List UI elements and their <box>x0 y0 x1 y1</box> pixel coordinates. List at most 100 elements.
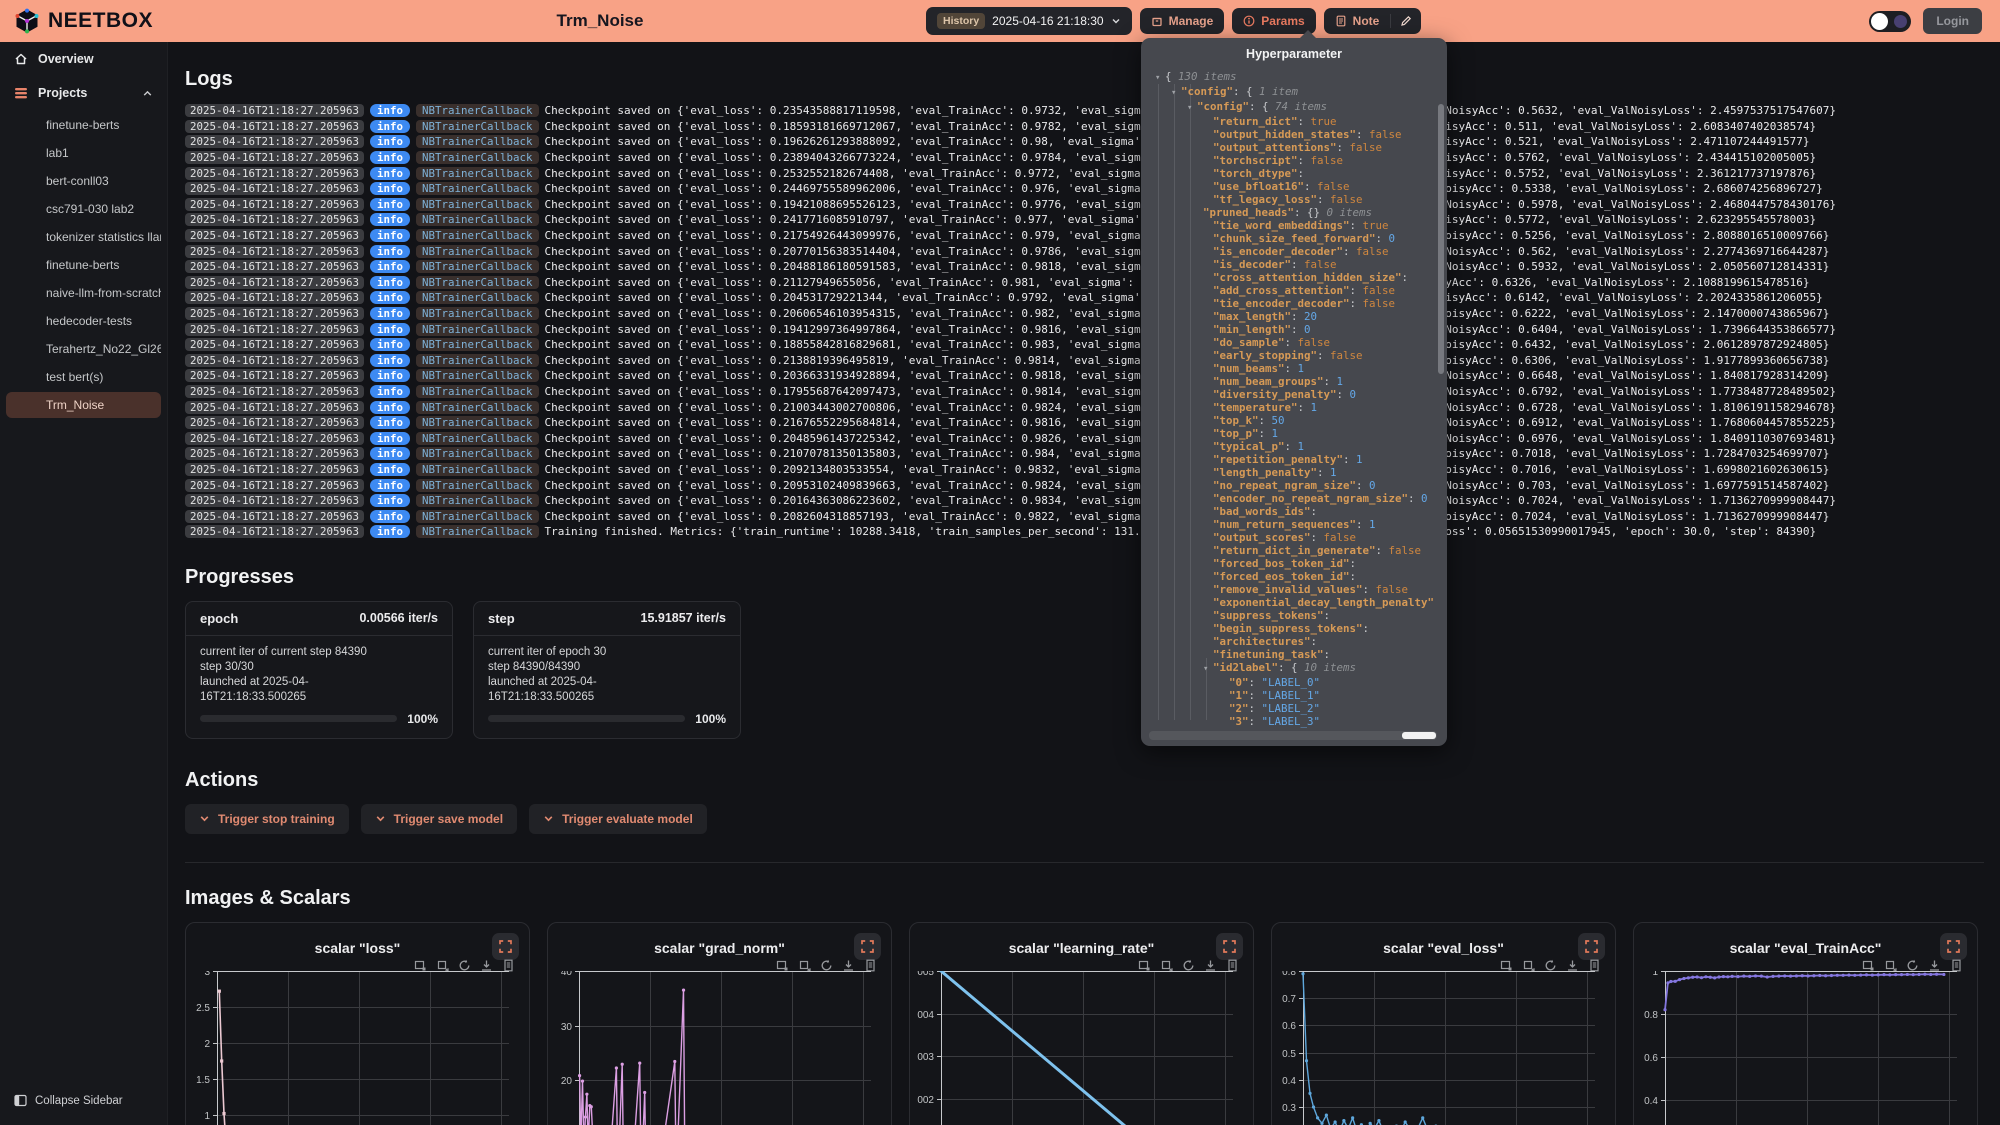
json-tree-row: "min_length": 0 <box>1147 323 1433 336</box>
note-label: Note <box>1353 14 1380 28</box>
sidebar-project-item[interactable]: Trm_Noise <box>6 392 161 418</box>
json-key: "forced_eos_token_id" <box>1213 570 1350 583</box>
json-item-count: 130 items <box>1178 70 1237 83</box>
sidebar-project-item[interactable]: tokenizer statistics llama... <box>6 224 161 250</box>
json-key: "id2label" <box>1213 661 1278 674</box>
brand[interactable]: NEETBOX <box>14 8 190 34</box>
json-colon: : <box>1291 258 1304 271</box>
sidebar-item-projects[interactable]: Projects <box>0 76 167 110</box>
json-colon: : <box>1337 141 1350 154</box>
sidebar-project-item[interactable]: naive-llm-from-scratch <box>6 280 161 306</box>
json-key: "num_beam_groups" <box>1213 375 1324 388</box>
log-timestamp-badge: 2025-04-16T21:18:27.205963 <box>185 369 364 382</box>
plot-area[interactable]: 10.80.60.40.2 <box>1634 971 1978 1125</box>
collapse-arrow-icon[interactable]: ▾ <box>1155 72 1165 85</box>
note-button[interactable]: Note <box>1324 8 1391 34</box>
chevron-up-icon[interactable] <box>142 88 153 99</box>
log-tag-badge: NBTrainerCallback <box>416 416 539 429</box>
project-label: finetune-berts <box>46 258 119 272</box>
json-bool-value: false <box>1369 128 1402 141</box>
json-tree-row: "pruned_heads": {} 0 items <box>1147 206 1433 219</box>
hyperparameter-title: Hyperparameter <box>1141 38 1447 61</box>
sidebar-project-item[interactable]: finetune-berts <box>6 252 161 278</box>
login-button[interactable]: Login <box>1923 8 1982 34</box>
sidebar-project-item[interactable]: csc791-030 lab2 <box>6 196 161 222</box>
sidebar-project-item[interactable]: lab1 <box>6 140 161 166</box>
sidebar-project-item[interactable]: finetune-berts <box>6 112 161 138</box>
edit-pencil-button[interactable] <box>1391 8 1421 34</box>
history-value: 2025-04-16 21:18:30 <box>992 14 1103 28</box>
json-colon: : <box>1350 570 1357 583</box>
json-colon: : <box>1311 635 1318 648</box>
vertical-scrollbar[interactable] <box>1438 104 1444 374</box>
expand-chart-button[interactable] <box>1578 933 1605 960</box>
log-level-badge: info <box>370 276 410 289</box>
json-string-value: "LABEL_1" <box>1262 689 1321 702</box>
log-timestamp-badge: 2025-04-16T21:18:27.205963 <box>185 432 364 445</box>
history-dropdown[interactable]: History 2025-04-16 21:18:30 <box>926 7 1132 35</box>
log-tag-badge: NBTrainerCallback <box>416 291 539 304</box>
json-tree-row: "add_cross_attention": false <box>1147 284 1433 297</box>
collapse-arrow-icon[interactable]: ▾ <box>1203 663 1213 676</box>
action-trigger-button[interactable]: Trigger stop training <box>185 804 349 834</box>
json-tree-row: "exponential_decay_length_penalty": <box>1147 596 1433 609</box>
json-brace: : { <box>1233 85 1259 98</box>
collapse-arrow-icon[interactable]: ▾ <box>1171 87 1181 100</box>
json-key: "min_length" <box>1213 323 1291 336</box>
expand-chart-button[interactable] <box>1940 933 1967 960</box>
json-key: "0" <box>1229 676 1249 689</box>
json-key: "architectures" <box>1213 635 1311 648</box>
project-label: lab1 <box>46 146 69 160</box>
expand-chart-button[interactable] <box>492 933 519 960</box>
log-tag-badge: NBTrainerCallback <box>416 120 539 133</box>
sidebar-project-item[interactable]: test bert(s) <box>6 364 161 390</box>
json-number-value: 0 <box>1350 388 1357 401</box>
json-string-value: "LABEL_0" <box>1262 676 1321 689</box>
log-level-badge: info <box>370 479 410 492</box>
svg-text:0.3: 0.3 <box>1282 1103 1296 1114</box>
json-number-value: 0 <box>1304 323 1311 336</box>
plot-area[interactable]: 32.521.51 <box>186 971 530 1125</box>
json-item-count: 1 item <box>1259 85 1298 98</box>
log-tag-badge: NBTrainerCallback <box>416 104 539 117</box>
json-colon: : <box>1350 284 1363 297</box>
expand-chart-button[interactable] <box>854 933 881 960</box>
svg-text:1: 1 <box>204 1111 210 1122</box>
horizontal-scrollbar[interactable] <box>1149 731 1437 740</box>
home-icon <box>14 52 28 66</box>
json-colon: : <box>1249 689 1262 702</box>
json-colon: : <box>1363 583 1376 596</box>
sidebar-item-overview[interactable]: Overview <box>0 42 167 76</box>
theme-toggle[interactable] <box>1869 11 1911 32</box>
json-tree-row: "torchscript": false <box>1147 154 1433 167</box>
log-level-badge: info <box>370 385 410 398</box>
json-colon: : <box>1285 336 1298 349</box>
chart-title: scalar "loss" <box>186 940 529 956</box>
collapse-sidebar-icon <box>14 1094 27 1107</box>
json-tree-row: ▾"config": { 1 item <box>1147 85 1433 100</box>
progress-card-header: step 15.91857 iter/s <box>474 602 740 636</box>
chart-title: scalar "eval_TrainAcc" <box>1634 940 1977 956</box>
log-row: 2025-04-16T21:18:27.205963 info NBTraine… <box>185 477 1984 493</box>
plot-area[interactable]: 0.80.70.60.50.40.30.2 <box>1272 971 1616 1125</box>
log-level-badge: info <box>370 104 410 117</box>
json-tree-row: "forced_bos_token_id": <box>1147 557 1433 570</box>
json-colon: : <box>1350 219 1363 232</box>
json-tree-row: "num_return_sequences": 1 <box>1147 518 1433 531</box>
scrollbar-thumb[interactable] <box>1402 732 1436 739</box>
collapse-arrow-icon[interactable]: ▾ <box>1187 102 1197 115</box>
sidebar-project-item[interactable]: Terahertz_No22_Gl261_gl... <box>6 336 161 362</box>
expand-chart-button[interactable] <box>1216 933 1243 960</box>
hyperparameter-panel: Hyperparameter ▾{ 130 items▾"config": { … <box>1141 38 1447 746</box>
sidebar-project-item[interactable]: hedecoder-tests <box>6 308 161 334</box>
plot-area[interactable]: 40302010 <box>548 971 892 1125</box>
action-trigger-button[interactable]: Trigger save model <box>361 804 517 834</box>
plot-area[interactable]: 005004003002001 <box>910 971 1254 1125</box>
json-key: "config" <box>1181 85 1233 98</box>
manage-button[interactable]: Manage <box>1140 8 1225 34</box>
json-tree-row: ▾{ 130 items <box>1147 70 1433 85</box>
sidebar-project-item[interactable]: bert-conll03 <box>6 168 161 194</box>
collapse-sidebar-button[interactable]: Collapse Sidebar <box>0 1086 167 1115</box>
json-key: "pruned_heads" <box>1203 206 1294 219</box>
action-trigger-button[interactable]: Trigger evaluate model <box>529 804 707 834</box>
